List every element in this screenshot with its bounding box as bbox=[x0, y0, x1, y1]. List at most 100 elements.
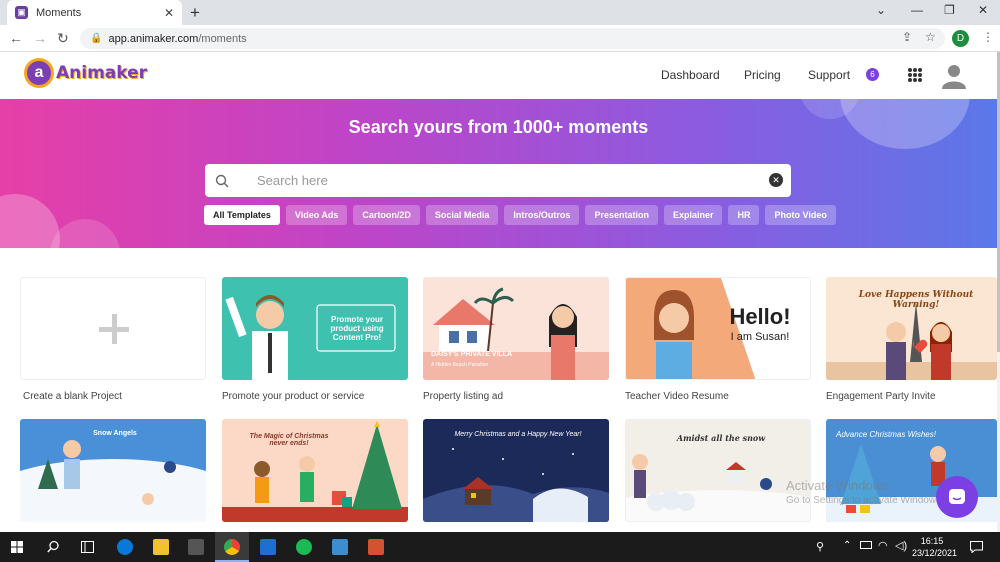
notification-badge[interactable]: 6 bbox=[866, 68, 879, 81]
category-cartoon-2d[interactable]: Cartoon/2D bbox=[353, 205, 420, 225]
new-tab-icon[interactable]: + bbox=[190, 3, 200, 23]
decor-bubble bbox=[50, 219, 120, 248]
template-thumbnail[interactable]: Snow Angels bbox=[20, 419, 206, 522]
close-window-icon[interactable]: ✕ bbox=[978, 3, 988, 17]
browser-menu-icon[interactable]: ⋮ bbox=[982, 30, 994, 44]
thumb-text: The Magic of Christmas never ends! bbox=[249, 433, 329, 447]
category-presentation[interactable]: Presentation bbox=[585, 205, 658, 225]
category-photo-video[interactable]: Photo Video bbox=[765, 205, 836, 225]
clock-date: 23/12/2021 bbox=[912, 548, 958, 558]
show-hidden-icons-icon[interactable]: ⌃ bbox=[843, 540, 851, 551]
animaker-favicon-icon: ▣ bbox=[15, 6, 28, 19]
windows-start-icon[interactable] bbox=[11, 541, 23, 553]
thumb-text: Hello! bbox=[729, 304, 791, 329]
template-thumbnail[interactable]: Amidst all the snow bbox=[625, 419, 811, 522]
system-clock[interactable]: 16:15 23/12/2021 bbox=[912, 535, 958, 559]
browser-toolbar: ← → ↻ 🔒 app.animaker.com/moments ⇪ ☆ D ⋮ bbox=[0, 25, 1000, 52]
logo-mark-icon: a bbox=[24, 58, 54, 88]
edge-icon[interactable] bbox=[117, 539, 133, 555]
url-host: app.animaker.com bbox=[108, 32, 199, 45]
url-text: app.animaker.com/moments bbox=[108, 33, 246, 45]
browser-tab[interactable]: ▣ Moments ✕ bbox=[7, 0, 182, 25]
category-explainer[interactable]: Explainer bbox=[663, 205, 723, 225]
chrome-icon[interactable] bbox=[224, 539, 240, 555]
site-header: a Animaker Dashboard Pricing Support 6 bbox=[0, 52, 997, 99]
thumb-text: Promote your product using Content Pro! bbox=[330, 315, 384, 342]
template-thumbnail[interactable]: Hello! I am Susan! bbox=[625, 277, 811, 380]
category-all-templates[interactable]: All Templates bbox=[204, 205, 280, 225]
tab-search-icon[interactable]: ⌄ bbox=[876, 3, 886, 17]
chat-icon bbox=[949, 489, 965, 504]
activate-windows-subtext: Go to Settings to activate Windows. bbox=[786, 495, 944, 506]
spotify-icon[interactable] bbox=[296, 539, 312, 555]
template-label[interactable]: Create a blank Project bbox=[23, 391, 122, 402]
wifi-icon[interactable]: ◠ bbox=[878, 539, 888, 552]
template-label[interactable]: Teacher Video Resume bbox=[625, 391, 729, 402]
thumb-text: Love Happens Without Warning! bbox=[858, 290, 974, 310]
activate-windows-watermark: Activate Windows bbox=[786, 478, 889, 493]
forward-icon[interactable]: → bbox=[33, 30, 47, 46]
maximize-icon[interactable]: ❐ bbox=[944, 3, 955, 17]
mail-icon[interactable] bbox=[260, 539, 276, 555]
close-tab-icon[interactable]: ✕ bbox=[164, 6, 174, 20]
logo-text: Animaker bbox=[56, 63, 148, 83]
clear-search-icon[interactable]: ✕ bbox=[769, 173, 783, 187]
address-bar[interactable]: 🔒 app.animaker.com/moments bbox=[80, 28, 945, 49]
tab-title: Moments bbox=[36, 6, 82, 19]
store-icon[interactable] bbox=[188, 539, 204, 555]
search-input[interactable] bbox=[257, 173, 737, 188]
thumb-text: Merry Christmas and a Happy New Year! bbox=[454, 431, 582, 438]
notifications-icon[interactable] bbox=[970, 541, 983, 553]
blank-project-card[interactable] bbox=[20, 277, 206, 380]
template-thumbnail[interactable]: Love Happens Without Warning! bbox=[826, 277, 997, 380]
search-icon bbox=[215, 174, 229, 187]
photos-icon[interactable] bbox=[332, 539, 348, 555]
plus-icon bbox=[99, 314, 129, 344]
category-filters: All Templates Video Ads Cartoon/2D Socia… bbox=[204, 205, 836, 225]
thumb-subtext: A Hidden Beach Paradise bbox=[431, 362, 488, 368]
nav-support[interactable]: Support bbox=[808, 68, 850, 82]
category-social-media[interactable]: Social Media bbox=[425, 205, 499, 225]
minimize-icon[interactable]: — bbox=[911, 3, 923, 17]
file-explorer-icon[interactable] bbox=[153, 539, 169, 555]
template-thumbnail[interactable]: The Magic of Christmas never ends! bbox=[222, 419, 408, 522]
nav-pricing[interactable]: Pricing bbox=[744, 68, 781, 82]
thumb-subtext: I am Susan! bbox=[730, 331, 790, 343]
hero-banner: Search yours from 1000+ moments ✕ All Te… bbox=[0, 99, 997, 248]
template-label[interactable]: Promote your product or service bbox=[222, 391, 364, 402]
lock-icon: 🔒 bbox=[90, 33, 103, 44]
back-icon[interactable]: ← bbox=[9, 30, 23, 46]
volume-icon[interactable]: ◁) bbox=[895, 539, 907, 552]
chat-support-button[interactable] bbox=[936, 476, 978, 518]
template-label[interactable]: Property listing ad bbox=[423, 391, 503, 402]
profile-avatar[interactable]: D bbox=[952, 30, 969, 47]
template-thumbnail[interactable]: Merry Christmas and a Happy New Year! bbox=[423, 419, 609, 522]
share-icon[interactable]: ⇪ bbox=[902, 30, 912, 44]
template-label[interactable]: Engagement Party Invite bbox=[826, 391, 936, 402]
bookmark-star-icon[interactable]: ☆ bbox=[925, 30, 936, 44]
clock-time: 16:15 bbox=[920, 536, 944, 546]
category-intros-outros[interactable]: Intros/Outros bbox=[504, 205, 580, 225]
people-icon[interactable]: ⚲ bbox=[816, 540, 824, 553]
reload-icon[interactable]: ↻ bbox=[57, 30, 69, 47]
decor-bubble bbox=[0, 194, 60, 248]
task-view-icon[interactable] bbox=[81, 541, 94, 553]
template-thumbnail[interactable]: DAISY'S PRIVATE VILLA A Hidden Beach Par… bbox=[423, 277, 609, 380]
windows-taskbar: ⚲ ⌃ ◠ ◁) 16:15 23/12/2021 bbox=[0, 532, 1000, 562]
thumb-text: Advance Christmas Wishes! bbox=[836, 430, 936, 439]
thumb-text: Amidst all the snow bbox=[676, 433, 766, 443]
thumb-text: DAISY'S PRIVATE VILLA bbox=[431, 351, 513, 358]
template-thumbnail[interactable]: Promote your product using Content Pro! bbox=[222, 277, 408, 380]
apps-grid-icon[interactable] bbox=[908, 68, 922, 82]
category-hr[interactable]: HR bbox=[728, 205, 760, 225]
url-path: /moments bbox=[198, 32, 247, 45]
nav-dashboard[interactable]: Dashboard bbox=[661, 68, 720, 82]
hero-title: Search yours from 1000+ moments bbox=[348, 117, 649, 137]
taskbar-search-icon[interactable] bbox=[47, 540, 60, 553]
animaker-logo[interactable]: a Animaker bbox=[24, 58, 147, 88]
category-video-ads[interactable]: Video Ads bbox=[285, 205, 348, 225]
battery-icon[interactable] bbox=[860, 541, 872, 549]
user-avatar-icon[interactable] bbox=[940, 61, 968, 89]
thumb-text: Snow Angels bbox=[93, 430, 137, 437]
powerpoint-icon[interactable] bbox=[368, 539, 384, 555]
